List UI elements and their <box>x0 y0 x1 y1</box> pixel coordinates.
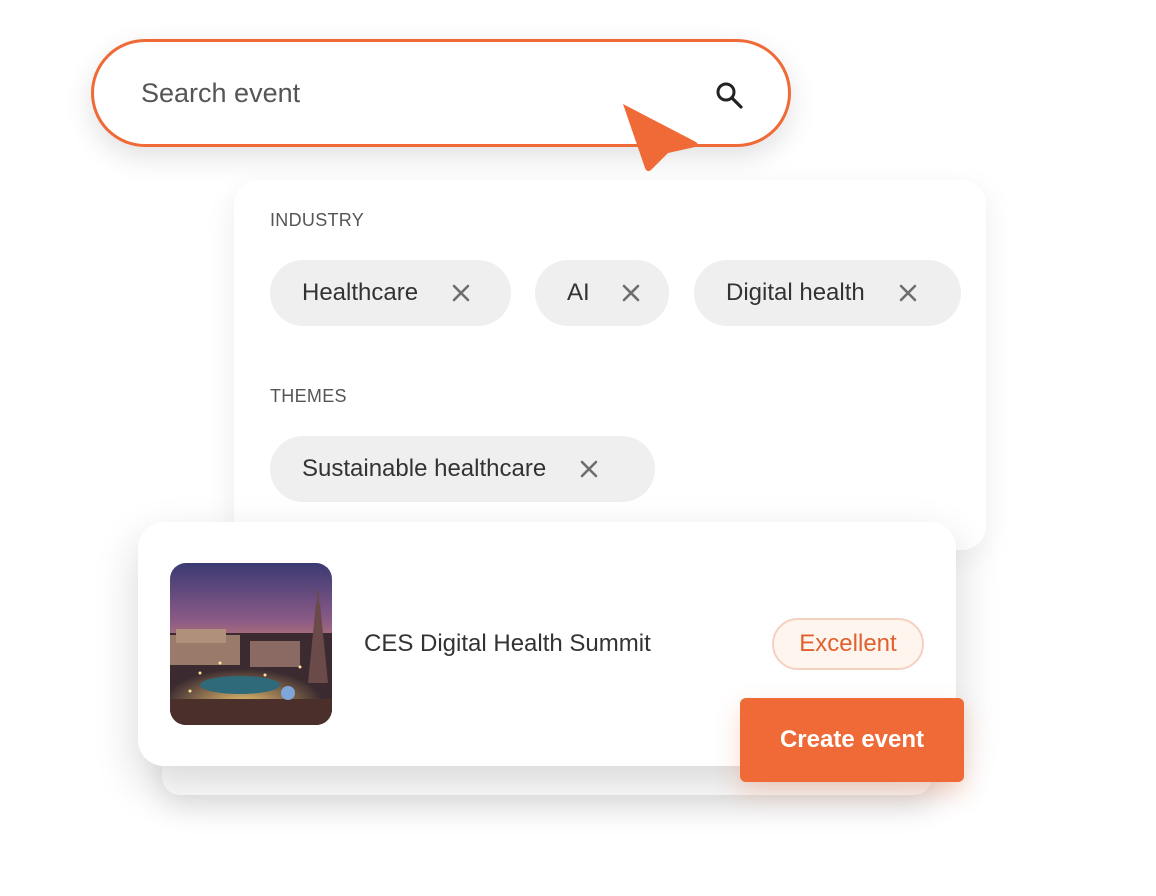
close-icon[interactable] <box>897 282 919 304</box>
chip-digital-health[interactable]: Digital health <box>694 260 961 326</box>
industry-label: INDUSTRY <box>270 210 365 230</box>
rating-badge: Excellent <box>772 618 924 670</box>
event-title: CES Digital Health Summit <box>364 630 651 657</box>
filter-panel: INDUSTRY Healthcare AI Digital health TH… <box>234 180 986 550</box>
themes-label: THEMES <box>270 386 347 406</box>
chip-ai[interactable]: AI <box>535 260 669 326</box>
chip-label: AI <box>567 279 590 306</box>
chip-label: Healthcare <box>302 279 419 306</box>
chip-label: Digital health <box>726 279 865 306</box>
chip-healthcare[interactable]: Healthcare <box>270 260 511 326</box>
close-icon[interactable] <box>622 282 640 304</box>
search-icon[interactable] <box>714 80 746 112</box>
close-icon[interactable] <box>578 458 600 480</box>
chip-sustainable-healthcare[interactable]: Sustainable healthcare <box>270 436 655 502</box>
create-event-button[interactable]: Create event <box>740 698 964 782</box>
close-icon[interactable] <box>450 282 472 304</box>
event-thumbnail <box>170 563 332 725</box>
search-input[interactable] <box>139 72 663 114</box>
chip-label: Sustainable healthcare <box>302 455 547 482</box>
pointer-cursor-icon <box>623 104 698 172</box>
